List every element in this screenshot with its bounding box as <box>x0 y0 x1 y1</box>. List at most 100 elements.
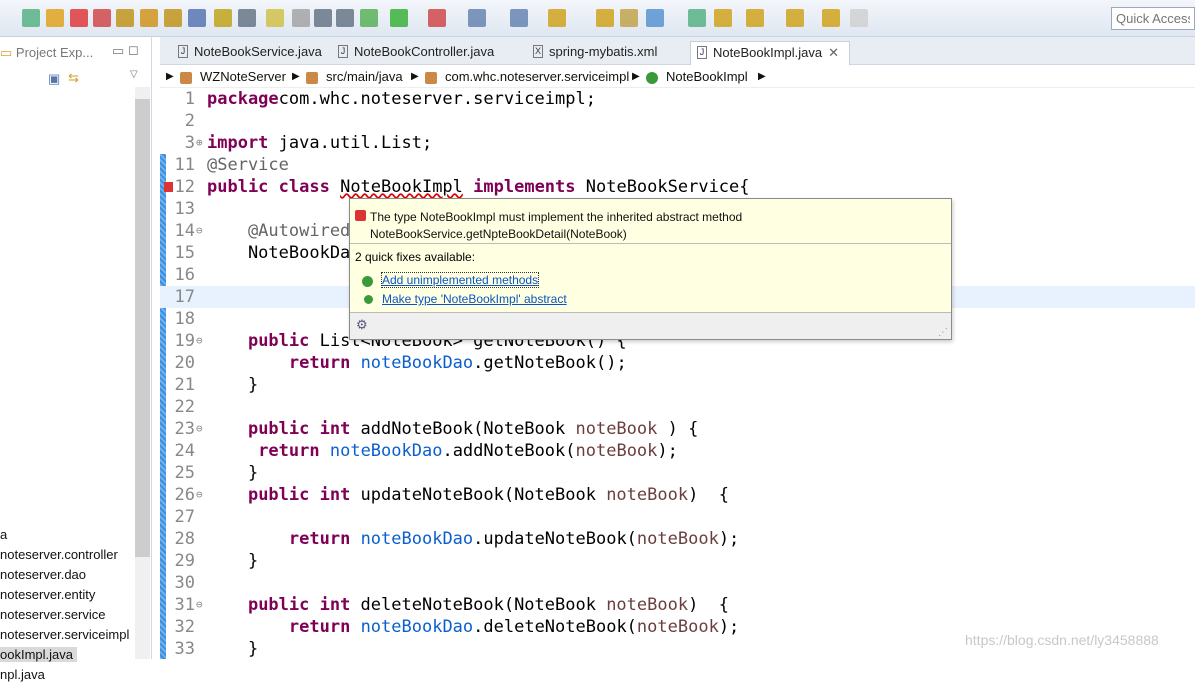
code-line[interactable]: 11 @Service <box>160 154 1195 176</box>
line-number: 1 <box>184 89 195 109</box>
breadcrumb-item[interactable]: WZNoteServer <box>200 69 286 84</box>
explorer-scrollbar[interactable] <box>135 87 150 659</box>
line-number: 2 <box>184 111 195 131</box>
toolbar-button-icon[interactable] <box>46 9 64 27</box>
toolbar-button-icon[interactable] <box>116 9 134 27</box>
line-number: 28 <box>174 529 195 549</box>
toolbar-button-icon[interactable] <box>620 9 638 27</box>
close-icon[interactable]: ✕ <box>828 45 839 60</box>
quick-access-input[interactable] <box>1111 7 1195 30</box>
code-token: public <box>247 331 310 351</box>
code-line[interactable]: 24 return noteBookDao.addNoteBook(noteBo… <box>160 440 1195 462</box>
toolbar-button-icon[interactable] <box>822 9 840 27</box>
toolbar-button-icon[interactable] <box>428 9 446 27</box>
toolbar-button-icon[interactable] <box>548 9 566 27</box>
tab-notebookcontroller-java[interactable]: J NoteBookController.java <box>332 41 494 65</box>
project-explorer-title[interactable]: ▭ Project Exp... ▭ ◻ <box>0 37 151 67</box>
code-line[interactable]: 21 } <box>160 374 1195 396</box>
toolbar-button-icon[interactable] <box>850 9 868 27</box>
toolbar-button-icon[interactable] <box>140 9 158 27</box>
code-token: return <box>288 617 351 637</box>
code-line[interactable]: 12 public class NoteBookImpl implements N… <box>160 176 1195 198</box>
code-text: } <box>207 550 258 572</box>
code-text: } <box>207 638 258 660</box>
collapse-all-icon[interactable]: ▣ <box>48 71 60 87</box>
collapse-icon[interactable]: ⊖ <box>196 594 203 616</box>
code-line[interactable]: 25 } <box>160 462 1195 484</box>
collapse-icon[interactable]: ⊖ <box>196 484 203 506</box>
tree-item[interactable]: noteserver.controller <box>0 547 118 562</box>
toolbar-button-icon[interactable] <box>238 9 256 27</box>
code-line[interactable]: 28 return noteBookDao.updateNoteBook(not… <box>160 528 1195 550</box>
code-line[interactable]: 3 ⊕ import java.util.List; <box>160 132 1195 154</box>
code-line[interactable]: 1 packagecom.whc.noteserver.serviceimpl; <box>160 88 1195 110</box>
toolbar-button-icon[interactable] <box>510 9 528 27</box>
code-line[interactable]: 30 <box>160 572 1195 594</box>
breadcrumb-item[interactable]: NoteBookImpl <box>666 69 748 84</box>
code-line[interactable]: 29 } <box>160 550 1195 572</box>
minimize-icon[interactable]: ▭ <box>112 43 124 59</box>
tree-item[interactable]: a <box>0 527 7 542</box>
toolbar-button-icon[interactable] <box>468 9 486 27</box>
toolbar-button-icon[interactable] <box>70 9 88 27</box>
code-line[interactable]: 27 <box>160 506 1195 528</box>
toolbar-button-icon[interactable] <box>746 9 764 27</box>
collapse-icon[interactable]: ⊖ <box>196 418 203 440</box>
link-editor-icon[interactable]: ⇆ <box>68 70 79 86</box>
make-abstract-icon <box>364 295 373 304</box>
tree-item[interactable]: noteserver.entity <box>0 587 95 602</box>
toolbar-button-icon[interactable] <box>93 9 111 27</box>
line-number: 13 <box>174 199 195 219</box>
tab-notebookimpl-java[interactable]: J NoteBookImpl.java ✕ <box>690 41 850 65</box>
toolbar-button-icon[interactable] <box>714 9 732 27</box>
code-line[interactable]: 23 ⊖ public int addNoteBook(NoteBook note… <box>160 418 1195 440</box>
toolbar-button-icon[interactable] <box>22 9 40 27</box>
breadcrumb-item[interactable]: com.whc.noteserver.serviceimpl <box>445 69 629 84</box>
expand-icon[interactable]: ⊕ <box>196 132 203 154</box>
code-token: } <box>207 551 259 571</box>
fix-add-unimplemented-methods[interactable]: Add unimplemented methods <box>380 272 540 288</box>
toolbar-button-icon[interactable] <box>786 9 804 27</box>
tree-item[interactable]: noteserver.dao <box>0 567 86 582</box>
code-token: addNoteBook(NoteBook <box>350 419 576 439</box>
tab-spring-mybatis-xml[interactable]: Xspring-mybatis.xml <box>527 41 657 65</box>
tree-item[interactable]: ookImpl.java <box>0 647 77 662</box>
toolbar-button-icon[interactable] <box>266 9 284 27</box>
toolbar-button-icon[interactable] <box>390 9 408 27</box>
toolbar-button-icon[interactable] <box>292 9 310 27</box>
tree-item[interactable]: noteserver.serviceimpl <box>0 627 129 642</box>
resize-grip-icon[interactable]: ⋰ <box>938 327 948 338</box>
code-token: deleteNoteBook(NoteBook <box>350 595 607 615</box>
toolbar-button-icon[interactable] <box>596 9 614 27</box>
configure-icon[interactable]: ⚙ <box>356 317 368 333</box>
error-icon <box>164 182 173 192</box>
tree-item[interactable]: npl.java <box>0 667 45 682</box>
code-text: public class NoteBookImpl implements Not… <box>207 176 750 198</box>
code-line[interactable]: 31 ⊖ public int deleteNoteBook(NoteBook n… <box>160 594 1195 616</box>
code-line[interactable]: 20 return noteBookDao.getNoteBook(); <box>160 352 1195 374</box>
tree-item[interactable]: noteserver.service <box>0 607 106 622</box>
tab-notebookservice-java[interactable]: J NoteBookService.java <box>172 41 322 65</box>
collapse-icon[interactable]: ⊖ <box>196 330 203 352</box>
toolbar-button-icon[interactable] <box>336 9 354 27</box>
toolbar-button-icon[interactable] <box>214 9 232 27</box>
toolbar-button-icon[interactable] <box>360 9 378 27</box>
panel-title: Project Exp... <box>15 45 94 60</box>
maximize-icon[interactable]: ◻ <box>128 42 139 58</box>
toolbar-button-icon[interactable] <box>688 9 706 27</box>
code-line[interactable]: 2 <box>160 110 1195 132</box>
view-menu-icon[interactable]: ▽ <box>130 69 138 80</box>
fix-make-abstract[interactable]: Make type 'NoteBookImpl' abstract <box>382 292 567 306</box>
toolbar-button-icon[interactable] <box>314 9 332 27</box>
toolbar-button-icon[interactable] <box>164 9 182 27</box>
code-line[interactable]: 22 <box>160 396 1195 418</box>
breadcrumb-item[interactable]: src/main/java <box>326 69 403 84</box>
toolbar-button-icon[interactable] <box>188 9 206 27</box>
collapse-icon[interactable]: ⊖ <box>196 220 203 242</box>
scrollbar-thumb[interactable] <box>135 99 150 557</box>
toolbar-button-icon[interactable] <box>646 9 664 27</box>
line-number: 30 <box>174 573 195 593</box>
code-line[interactable]: 26 ⊖ public int updateNoteBook(NoteBook n… <box>160 484 1195 506</box>
